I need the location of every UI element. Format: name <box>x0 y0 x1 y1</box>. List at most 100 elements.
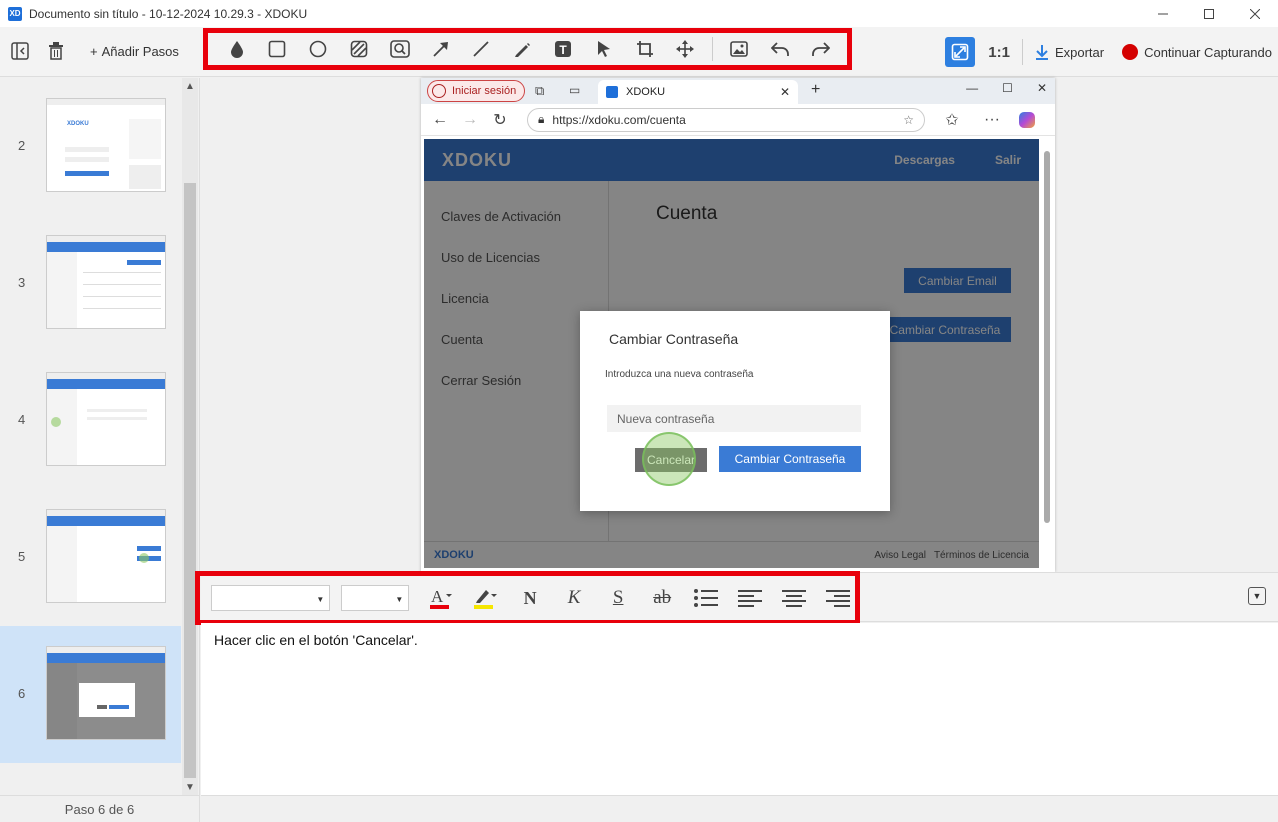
plus-icon: + <box>90 43 98 59</box>
ellipse-icon[interactable] <box>304 34 333 64</box>
font-family-select[interactable]: ▼ <box>211 585 331 611</box>
font-size-select[interactable]: ▼ <box>341 585 410 611</box>
actual-size-button[interactable]: 1:1 <box>988 44 1010 61</box>
captured-screenshot[interactable]: Iniciar sesión ⧉ ▭ XDOKU ✕ + — ☐ ✕ ← → ↻… <box>421 78 1055 572</box>
align-right-icon[interactable] <box>821 583 855 613</box>
add-steps-button[interactable]: + Añadir Pasos <box>90 44 179 59</box>
chevron-down-icon: ▼ <box>316 595 325 604</box>
title-bar: XD Documento sin título - 10-12-2024 10.… <box>0 0 1278 27</box>
url-field: 🔒︎ https://xdoku.com/cuenta ☆ <box>527 107 925 132</box>
download-icon <box>1035 45 1048 60</box>
step-number: 6 <box>18 686 26 701</box>
record-icon <box>1122 44 1139 60</box>
dialog-title: Cambiar Contraseña <box>609 331 739 347</box>
close-icon: ✕ <box>1036 81 1047 95</box>
step-number: 3 <box>18 275 26 290</box>
export-label: Exportar <box>1054 44 1105 60</box>
step-description-editor[interactable]: Hacer clic en el botón 'Cancelar'. <box>201 623 1278 795</box>
text-format-tools-group: ▼ ▼ A N K S ab <box>195 571 860 625</box>
lock-icon: 🔒︎ <box>538 112 545 126</box>
cursor-icon[interactable] <box>589 34 618 64</box>
highlight-icon[interactable] <box>469 583 503 613</box>
collapse-panel-icon[interactable] <box>8 39 32 63</box>
minimize-icon[interactable] <box>1140 0 1186 27</box>
fit-to-window-button[interactable] <box>945 37 976 67</box>
continue-capturing-label: Continuar Capturando <box>1144 44 1272 60</box>
arrow-icon[interactable] <box>426 34 455 64</box>
close-icon: ✕ <box>779 85 790 99</box>
favorites-icon: ✩ <box>945 111 959 129</box>
close-icon[interactable] <box>1232 0 1278 27</box>
move-icon[interactable] <box>671 34 700 64</box>
underline-icon[interactable]: S <box>601 583 635 613</box>
italic-glyph: K <box>567 587 581 608</box>
line-icon[interactable] <box>467 34 496 64</box>
browser-signin-button: Iniciar sesión <box>427 80 526 102</box>
chevron-down-icon[interactable]: ▼ <box>182 779 198 795</box>
bold-icon[interactable]: N <box>513 583 547 613</box>
refresh-icon: ↻ <box>493 111 507 129</box>
hatch-icon[interactable] <box>344 34 373 64</box>
toolbar-separator <box>1021 39 1023 65</box>
drop-icon[interactable] <box>222 34 251 64</box>
window-title: Documento sin título - 10-12-2024 10.29.… <box>29 6 308 21</box>
export-button[interactable]: Exportar <box>1035 44 1104 60</box>
confirm-change-password-button: Cambiar Contraseña <box>719 446 861 472</box>
step-number: 4 <box>18 412 26 427</box>
click-indicator <box>642 432 696 486</box>
underline-glyph: S <box>612 587 624 608</box>
text-icon[interactable]: T <box>548 34 577 64</box>
italic-icon[interactable]: K <box>557 583 591 613</box>
pen-icon[interactable] <box>508 34 537 64</box>
chevron-down-icon: ▼ <box>395 595 404 604</box>
crop-icon[interactable] <box>630 34 659 64</box>
bullet-list-icon[interactable] <box>689 583 723 613</box>
url-text: https://xdoku.com/cuenta <box>552 112 686 127</box>
font-color-icon[interactable]: A <box>425 583 459 613</box>
format-toolbar: ▼ ▼ A N K S ab ▼ <box>195 571 1278 625</box>
redo-icon[interactable] <box>806 34 835 64</box>
undo-icon[interactable] <box>765 34 794 64</box>
main-toolbar: + Añadir Pasos T 1:1 Exportar Continuar … <box>0 27 1278 77</box>
strike-glyph: ab <box>653 587 672 608</box>
rectangle-icon[interactable] <box>263 34 292 64</box>
scrollbar-thumb[interactable] <box>184 183 196 778</box>
step-description-text: Hacer clic en el botón 'Cancelar'. <box>214 632 418 648</box>
signin-label: Iniciar sesión <box>452 85 517 97</box>
strikethrough-icon[interactable]: ab <box>645 583 679 613</box>
step-preview <box>46 509 166 603</box>
back-icon: ← <box>432 110 448 128</box>
step-thumbnail[interactable]: 2 XDOKU <box>0 78 181 215</box>
plus-icon: + <box>811 81 821 98</box>
step-thumbnail[interactable]: 4 <box>0 352 181 489</box>
xdoku-favicon <box>606 86 618 98</box>
expand-icon <box>951 43 969 61</box>
step-thumbnail[interactable]: 3 <box>0 215 181 352</box>
browser-tab-strip: Iniciar sesión ⧉ ▭ XDOKU ✕ + — ☐ ✕ <box>421 78 1055 104</box>
image-icon[interactable] <box>725 34 754 64</box>
magnifier-icon[interactable] <box>385 34 414 64</box>
app-logo: XD <box>8 6 22 21</box>
star-icon: ☆ <box>903 112 914 127</box>
step-preview <box>46 235 166 329</box>
continue-capturing-button[interactable]: Continuar Capturando <box>1122 44 1272 60</box>
collapse-editor-icon[interactable]: ▼ <box>1248 587 1266 605</box>
step-preview <box>46 372 166 466</box>
maximize-icon: ☐ <box>1002 81 1013 95</box>
step-preview <box>46 646 166 740</box>
maximize-icon[interactable] <box>1186 0 1232 27</box>
align-left-icon[interactable] <box>733 583 767 613</box>
step-thumbnail-selected[interactable]: 6 <box>0 626 181 763</box>
browser-address-bar: ← → ↻ 🔒︎ https://xdoku.com/cuenta ☆ ✩ ··… <box>421 104 1055 136</box>
tab-actions-icon: ▭ <box>569 83 581 97</box>
bold-glyph: N <box>523 587 537 608</box>
svg-text:T: T <box>559 43 567 57</box>
trash-icon[interactable] <box>44 39 68 63</box>
chevron-up-icon[interactable]: ▲ <box>182 78 198 94</box>
align-center-icon[interactable] <box>777 583 811 613</box>
step-thumbnail[interactable]: 5 <box>0 489 181 626</box>
steps-sidebar: 2 XDOKU 3 4 5 6 ▲ ▼ <box>0 78 200 795</box>
toolbar-separator <box>711 37 713 61</box>
copilot-icon <box>1019 111 1035 128</box>
sidebar-scrollbar[interactable]: ▲ ▼ <box>182 78 198 795</box>
